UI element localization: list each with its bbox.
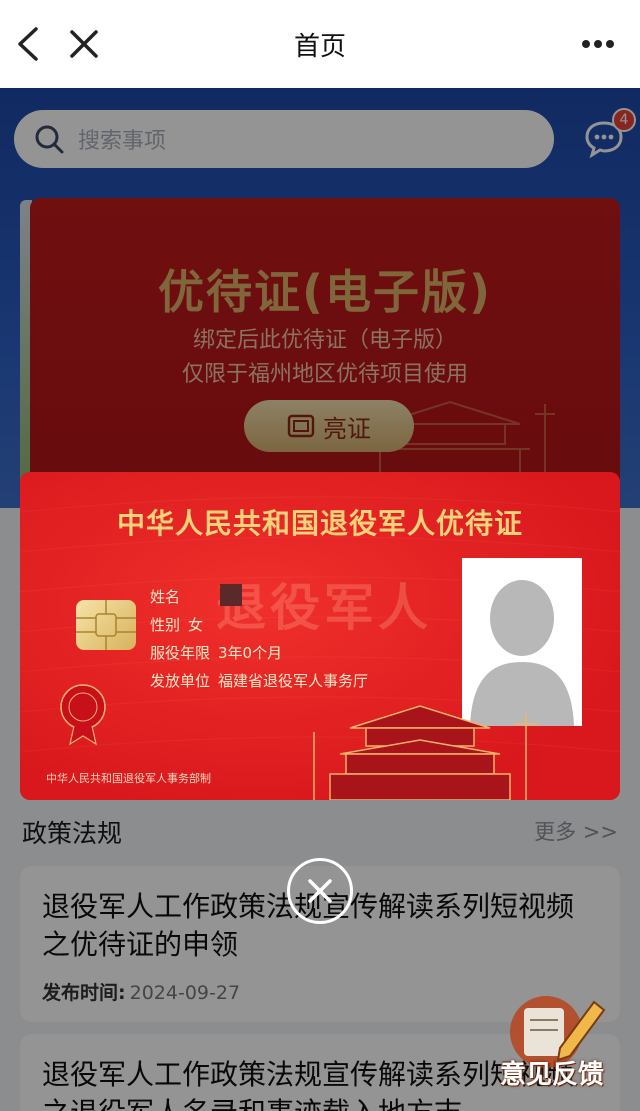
- more-dots-icon: [582, 40, 614, 48]
- close-popup-button[interactable]: [287, 858, 353, 924]
- redacted-name: [220, 584, 242, 606]
- certificate-title: 中华人民共和国退役军人优待证: [116, 507, 523, 540]
- certificate-watermark: 退役军人: [216, 579, 432, 637]
- close-icon: [70, 30, 98, 58]
- service-row: 服役年限 3年0个月: [150, 642, 282, 663]
- issuer-value: 福建省退役军人事务厅: [218, 672, 369, 690]
- top-nav-bar: 首页: [0, 0, 640, 88]
- emblem-seal-icon: [60, 684, 106, 746]
- more-menu-button[interactable]: [576, 22, 620, 66]
- chevron-left-icon: [18, 27, 38, 61]
- issuer-label: 发放单位: [150, 672, 211, 690]
- feedback-button[interactable]: 意见反馈: [498, 988, 618, 1098]
- name-label: 姓名: [150, 588, 181, 606]
- chip-icon: [76, 600, 136, 650]
- close-page-button[interactable]: [62, 22, 106, 66]
- feedback-label: 意见反馈: [500, 1060, 605, 1090]
- back-button[interactable]: [6, 22, 50, 66]
- name-row: 姓名: [150, 586, 188, 607]
- gender-label: 性别: [150, 616, 181, 634]
- service-label: 服役年限: [150, 644, 211, 662]
- close-icon: [308, 879, 332, 903]
- avatar-photo: [462, 558, 582, 726]
- page-title: 首页: [293, 31, 346, 62]
- gender-row: 性别女: [150, 614, 203, 635]
- certificate-footer: 中华人民共和国退役军人事务部制: [46, 772, 211, 785]
- tiananmen-gate-icon: [313, 705, 538, 800]
- issuer-row: 发放单位 福建省退役军人事务厅: [150, 670, 368, 691]
- service-value: 3年0个月: [218, 644, 283, 662]
- veteran-certificate-card: 中华人民共和国退役军人优待证 退役军人 姓名 性别女 服役年限 3年0个月 发放单…: [20, 472, 620, 800]
- gender-value: 女: [188, 616, 204, 634]
